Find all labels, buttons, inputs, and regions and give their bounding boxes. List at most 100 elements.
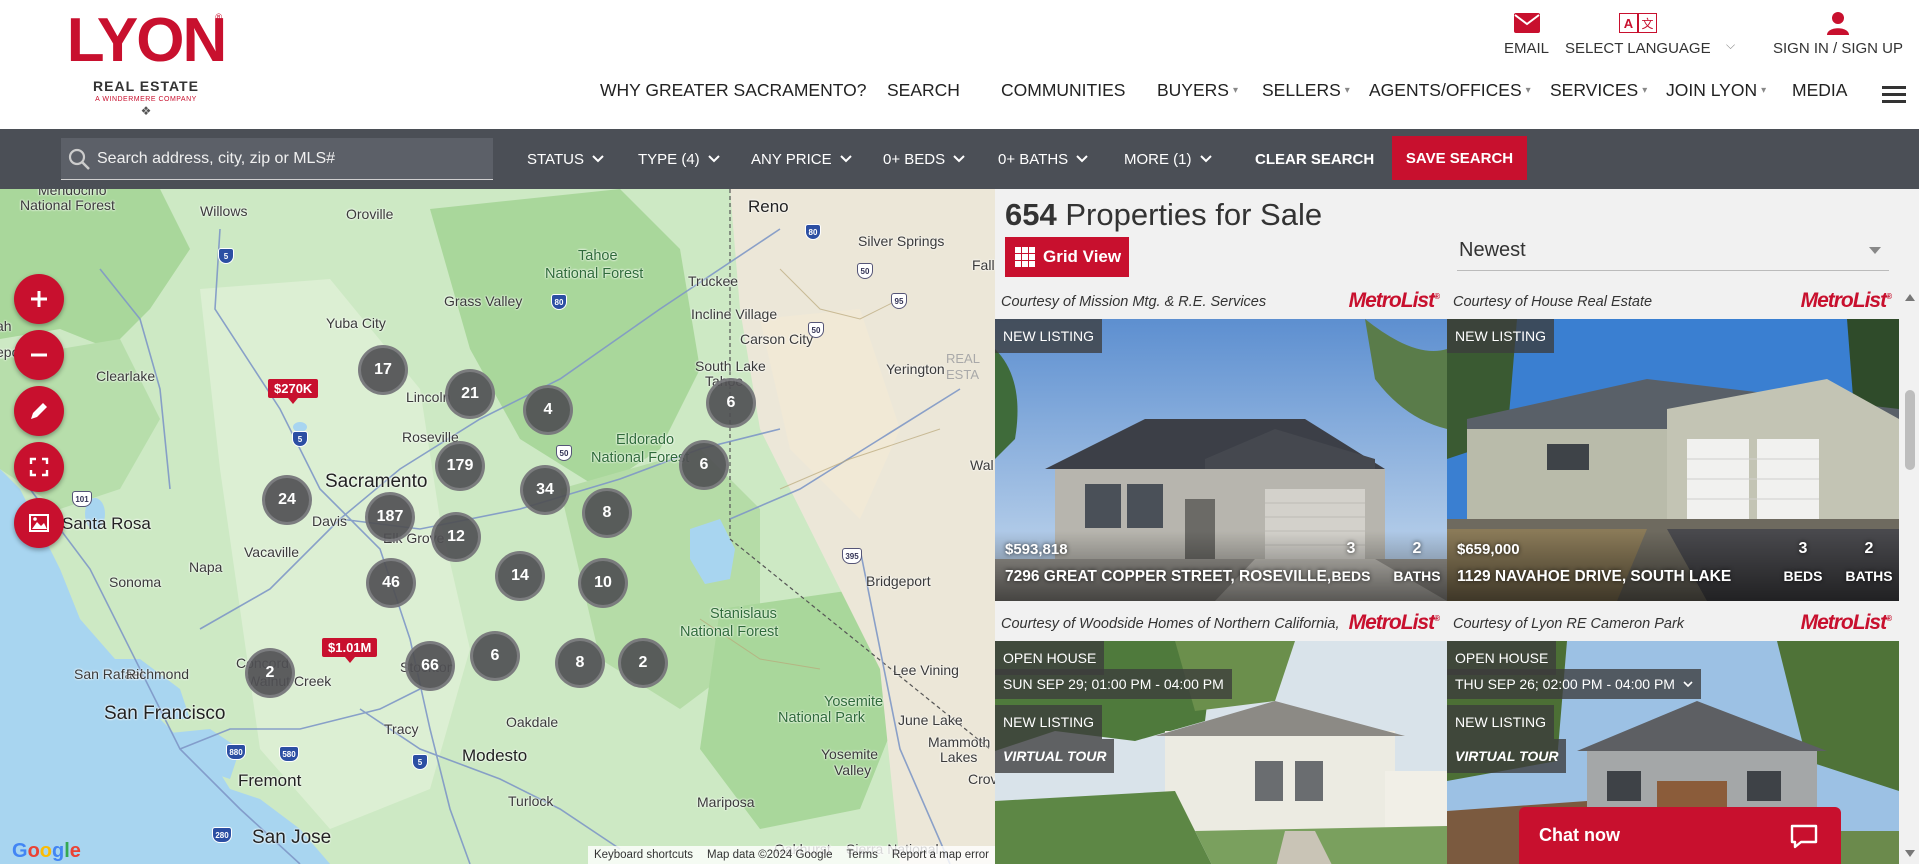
- scroll-down-arrow-icon[interactable]: [1905, 850, 1915, 857]
- chevron-down-icon: [839, 155, 852, 163]
- chat-now-button[interactable]: Chat now: [1519, 807, 1841, 864]
- map[interactable]: Mendocino National Forest Willows Oroville R…: [0, 189, 995, 864]
- virtual-tour-badge[interactable]: VIRTUAL TOUR: [1447, 739, 1567, 773]
- hamburger-menu-icon[interactable]: [1882, 86, 1906, 104]
- keyboard-shortcuts-link[interactable]: Keyboard shortcuts: [594, 849, 693, 861]
- caret-down-icon: [1869, 247, 1881, 254]
- chat-label: Chat now: [1539, 825, 1620, 845]
- draw-button[interactable]: [14, 386, 64, 436]
- nav-item-search[interactable]: SEARCH: [887, 80, 960, 101]
- listing-cluster[interactable]: 6: [470, 631, 520, 681]
- nav-item-agents-offices[interactable]: AGENTS/OFFICES ▾: [1369, 80, 1531, 101]
- map-edge-label: Crov: [968, 771, 995, 787]
- map-label-stanislaus: Stanislaus: [710, 606, 777, 622]
- zoom-in-button[interactable]: [14, 274, 64, 324]
- terms-link[interactable]: Terms: [847, 849, 878, 861]
- type-filter[interactable]: TYPE (4): [638, 129, 720, 189]
- new-listing-badge: NEW LISTING: [995, 705, 1103, 739]
- open-house-time: SUN SEP 29; 01:00 PM - 04:00 PM: [995, 669, 1232, 699]
- listing-cluster[interactable]: 12: [431, 512, 481, 562]
- price-pin[interactable]: $1.01M: [322, 638, 378, 663]
- beds-filter[interactable]: 0+ BEDS: [883, 129, 965, 189]
- metrolist-text: MetroList: [1348, 289, 1435, 312]
- google-logo: Google: [12, 840, 81, 862]
- listing-photo[interactable]: NEW LISTING $659,000 1129 NAVAHOE DRIVE,…: [1447, 319, 1899, 601]
- listing-cluster[interactable]: 14: [495, 551, 545, 601]
- nav-item-communities[interactable]: COMMUNITIES: [1001, 80, 1125, 101]
- grid-view-button[interactable]: Grid View: [1005, 237, 1129, 277]
- pencil-icon: [31, 403, 47, 419]
- new-listing-badge: NEW LISTING: [995, 319, 1103, 353]
- listing-cluster[interactable]: 46: [366, 558, 416, 608]
- map-label-richmond: Richmond: [126, 666, 190, 682]
- sign-in-link[interactable]: SIGN IN / SIGN UP: [1773, 10, 1903, 57]
- scroll-thumb[interactable]: [1905, 390, 1915, 470]
- nav-item-sellers[interactable]: SELLERS ▾: [1262, 80, 1350, 101]
- listing-cluster[interactable]: 8: [555, 638, 605, 688]
- language-select[interactable]: A文 SELECT LANGUAGE: [1565, 10, 1711, 57]
- envelope-icon: [1513, 10, 1540, 36]
- nav-item-services[interactable]: SERVICES ▾: [1550, 80, 1647, 101]
- open-house-time-dropdown[interactable]: THU SEP 26; 02:00 PM - 04:00 PM: [1447, 669, 1701, 699]
- svg-text:文: 文: [1641, 16, 1653, 31]
- highway-shield-icon: 5: [218, 248, 234, 264]
- translate-icon: A文: [1618, 10, 1657, 36]
- courtesy-text: Courtesy of Mission Mtg. & R.E. Services: [1001, 294, 1267, 310]
- listing-cluster[interactable]: 6: [679, 440, 729, 490]
- map-label-mammoth-2: Lakes: [940, 749, 978, 765]
- nav-item-media[interactable]: MEDIA: [1792, 80, 1847, 101]
- listing-cluster[interactable]: 24: [262, 475, 312, 525]
- clear-search-button[interactable]: CLEAR SEARCH: [1255, 129, 1374, 189]
- price-filter[interactable]: ANY PRICE: [751, 129, 852, 189]
- listing-cluster[interactable]: 21: [445, 369, 495, 419]
- fullscreen-button[interactable]: [14, 442, 64, 492]
- results-count: 654: [1005, 197, 1057, 232]
- sort-select[interactable]: Newest: [1457, 231, 1889, 271]
- highway-shield-icon: 580: [279, 746, 299, 762]
- report-map-error-link[interactable]: Report a map error: [892, 849, 989, 861]
- results-scrollbar[interactable]: [1901, 290, 1919, 864]
- listing-cluster[interactable]: 34: [520, 465, 570, 515]
- listing-cluster[interactable]: 4: [523, 385, 573, 435]
- listing-photo[interactable]: OPEN HOUSE SUN SEP 29; 01:00 PM - 04:00 …: [995, 641, 1447, 864]
- scroll-up-arrow-icon[interactable]: [1905, 294, 1915, 301]
- listing-cluster[interactable]: 6: [706, 378, 756, 428]
- map-label-mendocino-nf: National Forest: [20, 197, 115, 213]
- save-search-button[interactable]: SAVE SEARCH: [1392, 136, 1527, 180]
- nav-item-buyers[interactable]: BUYERS ▾: [1157, 80, 1238, 101]
- listing-cluster[interactable]: 2: [618, 638, 668, 688]
- listing-cluster[interactable]: 2: [245, 648, 295, 698]
- listing-cluster[interactable]: 187: [365, 492, 415, 542]
- nav-item-join-lyon[interactable]: JOIN LYON ▾: [1666, 80, 1766, 101]
- listing-card[interactable]: Courtesy of Woodside Homes of Northern C…: [995, 607, 1447, 864]
- listing-cluster[interactable]: 10: [578, 558, 628, 608]
- baths-filter[interactable]: 0+ BATHS: [998, 129, 1088, 189]
- map-watermark-text: REAL: [946, 351, 980, 366]
- lyon-logo[interactable]: ® LYON REAL ESTATE A WINDERMERE COMPANY …: [66, 10, 228, 122]
- status-filter[interactable]: STATUS: [527, 129, 604, 189]
- highway-shield-icon: 5: [292, 431, 308, 447]
- more-filter[interactable]: MORE (1): [1124, 129, 1212, 189]
- highway-shield-icon: 5: [412, 754, 428, 770]
- baths-stat: 2 BATHS: [1844, 540, 1894, 584]
- listing-cluster[interactable]: 8: [582, 488, 632, 538]
- nav-item-why-greater-sacramento[interactable]: WHY GREATER SACRAMENTO?: [600, 80, 866, 101]
- listing-photo[interactable]: NEW LISTING $593,818 7296 GREAT COPPER S…: [995, 319, 1447, 601]
- map-label-turlock: Turlock: [508, 793, 554, 809]
- listing-cluster[interactable]: 66: [405, 641, 455, 691]
- search-input[interactable]: [97, 149, 477, 168]
- map-layer-button[interactable]: [14, 498, 64, 548]
- map-label-oroville: Oroville: [346, 206, 394, 222]
- map-label-mariposa: Mariposa: [697, 794, 755, 810]
- email-link[interactable]: EMAIL: [1504, 10, 1549, 57]
- zoom-out-button[interactable]: [14, 330, 64, 380]
- map-label-bridgeport: Bridgeport: [866, 573, 931, 589]
- windermere-mark-icon: ❖: [140, 104, 152, 118]
- price-pin[interactable]: $270K: [268, 379, 319, 404]
- listing-cluster[interactable]: 179: [435, 441, 485, 491]
- listing-cluster[interactable]: 17: [358, 345, 408, 395]
- status-filter-label: STATUS: [527, 150, 584, 168]
- language-chevron-icon[interactable]: ⌵: [1726, 38, 1735, 53]
- virtual-tour-badge[interactable]: VIRTUAL TOUR: [995, 739, 1115, 773]
- logo-tagline: A WINDERMERE COMPANY: [95, 96, 197, 103]
